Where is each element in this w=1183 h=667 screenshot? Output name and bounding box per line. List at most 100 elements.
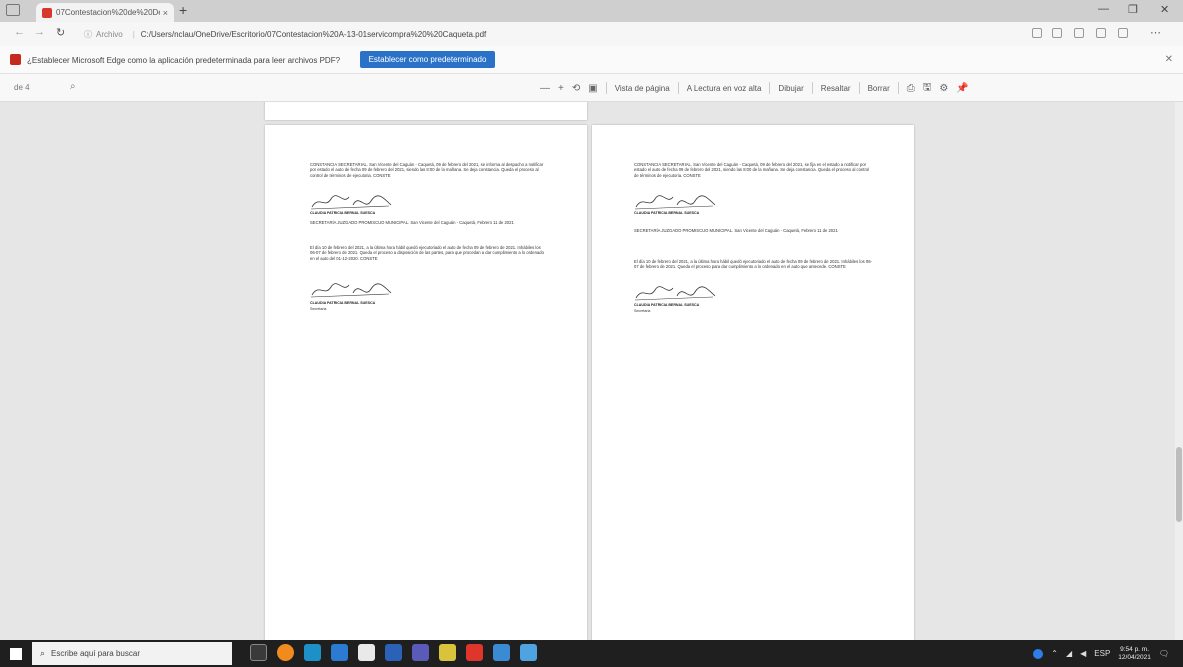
address-url: C:/Users/nclau/OneDrive/Escritorio/07Con… — [140, 29, 487, 39]
address-separator: | — [132, 29, 135, 39]
page-view-button[interactable]: Vista de página — [615, 84, 670, 93]
tab-actions-icon[interactable] — [6, 4, 20, 16]
back-icon[interactable]: ← — [14, 26, 25, 38]
notifications-icon[interactable]: 🗨 — [1159, 649, 1169, 658]
address-field[interactable]: ⓘ Archivo | C:/Users/nclau/OneDrive/Escr… — [84, 25, 1014, 43]
more-options-icon[interactable]: ⋯ — [1150, 26, 1161, 39]
set-default-button[interactable]: Establecer como predeterminado — [360, 51, 495, 68]
signer-name: CLAUDIA PATRICIA BERNAL SUESCA — [634, 211, 700, 215]
ejecutoria-paragraph: El día 10 de febrero del 2021, a la últi… — [310, 245, 544, 261]
infobar-close-icon[interactable]: ✕ — [1165, 54, 1173, 65]
signature-image — [634, 195, 716, 210]
extensions-icon[interactable] — [1096, 28, 1106, 38]
scrollbar-thumb[interactable] — [1176, 447, 1182, 522]
new-tab-button[interactable]: + — [179, 2, 187, 18]
taskbar-search-box[interactable]: ⌕ Escribe aquí para buscar — [32, 642, 232, 665]
clock-time: 9:54 p. m. — [1120, 646, 1150, 653]
tab-close-icon[interactable]: × — [163, 8, 168, 18]
erase-button[interactable]: Borrar — [868, 84, 890, 93]
system-tray: ⌃ ◢ ◀ ESP 9:54 p. m. 12/04/2021 🗨 — [1033, 646, 1169, 661]
toolbar-divider — [769, 82, 771, 94]
signer-name: CLAUDIA PATRICIA BERNAL SUESCA — [310, 301, 376, 305]
rotate-icon[interactable]: ⟲ — [572, 83, 580, 94]
pdf-page-3: CONSTANCIA SECRETARIAL. San Vicente del … — [265, 125, 587, 640]
task-view-icon[interactable] — [250, 644, 267, 661]
signature-image — [310, 283, 392, 298]
fit-page-icon[interactable]: ▣ — [588, 83, 597, 94]
default-app-infobar: ¿Establecer Microsoft Edge como la aplic… — [0, 46, 1183, 74]
search-icon[interactable]: ⌕ — [70, 81, 76, 92]
onedrive-icon[interactable] — [1033, 648, 1044, 659]
collections-icon[interactable] — [1074, 28, 1084, 38]
info-icon: ⓘ — [84, 29, 92, 39]
vertical-scrollbar[interactable] — [1175, 102, 1183, 640]
photos-icon[interactable] — [520, 644, 537, 661]
pdf-page-4: CONSTANCIA SECRETARIAL. San Vicente del … — [592, 125, 914, 640]
store-icon[interactable] — [358, 644, 375, 661]
draw-button[interactable]: Dibujar — [778, 84, 803, 93]
network-icon[interactable]: ◢ — [1066, 649, 1072, 658]
windows-start-icon[interactable] — [10, 648, 22, 660]
windows-taskbar: ⌕ Escribe aquí para buscar ⌃ ◢ ◀ ESP 9:5… — [0, 640, 1183, 667]
settings-icon[interactable]: ⚙ — [939, 83, 948, 94]
previous-page — [265, 102, 587, 120]
signer-role: Secretaria — [310, 307, 327, 311]
signer-role: Secretaria — [634, 309, 651, 313]
tray-up-icon[interactable]: ⌃ — [1051, 649, 1058, 658]
maximize-button[interactable]: ❐ — [1128, 3, 1138, 16]
toolbar-divider — [897, 82, 899, 94]
toolbar-divider — [811, 82, 813, 94]
address-bar-row: ← → ↻ ⓘ Archivo | C:/Users/nclau/OneDriv… — [0, 22, 1183, 46]
firefox-icon[interactable] — [277, 644, 294, 661]
clock-date: 12/04/2021 — [1118, 653, 1151, 661]
pin-icon[interactable]: 📌 — [956, 83, 968, 94]
zoom-out-button[interactable]: — — [540, 83, 550, 94]
forward-icon[interactable]: → — [34, 26, 45, 38]
mail-icon[interactable] — [331, 644, 348, 661]
pdf-toolbar: de 4 ⌕ — + ⟲ ▣ Vista de página A Lectura… — [0, 74, 1183, 102]
close-window-button[interactable]: ✕ — [1160, 3, 1169, 16]
taskbar-search-placeholder: Escribe aquí para buscar — [51, 649, 140, 658]
toolbar-divider — [677, 82, 679, 94]
tab-title: 07Contestacion%20de%20Demand — [56, 8, 160, 17]
signer-name: CLAUDIA PATRICIA BERNAL SUESCA — [310, 211, 376, 215]
pdf-file-icon — [42, 7, 52, 18]
favorites-icon[interactable] — [1052, 28, 1062, 38]
dropbox-icon[interactable] — [412, 644, 429, 661]
address-scheme-label: Archivo — [96, 29, 123, 39]
toolbar-divider — [858, 82, 860, 94]
chat-icon[interactable] — [493, 644, 510, 661]
read-aloud-icon[interactable] — [1032, 28, 1042, 38]
pdf-viewer[interactable]: CONSTANCIA SECRETARIAL. San Vicente del … — [0, 102, 1183, 640]
print-icon[interactable]: ⎙ — [907, 83, 915, 94]
pdf-infobar-icon — [10, 54, 21, 65]
office-icon[interactable] — [466, 644, 483, 661]
signature-image — [634, 286, 716, 301]
constancia-paragraph: CONSTANCIA SECRETARIAL. San Vicente del … — [310, 162, 544, 178]
signature-image — [310, 195, 392, 210]
read-aloud-button[interactable]: A Lectura en voz alta — [687, 84, 762, 93]
secretaria-paragraph: SECRETARÍA JUZGADO PROMISCUO MUNICIPAL. … — [310, 220, 514, 225]
ejecutoria-paragraph: El día 10 de febrero del 2021, a la últi… — [634, 259, 872, 270]
constancia-paragraph: CONSTANCIA SECRETARIAL. San Vicente del … — [634, 162, 870, 178]
taskbar-apps — [250, 644, 537, 663]
title-bar: 07Contestacion%20de%20Demand × + — ❐ ✕ — [0, 0, 1183, 22]
keyboard-language[interactable]: ESP — [1094, 649, 1110, 658]
system-clock[interactable]: 9:54 p. m. 12/04/2021 — [1118, 646, 1151, 661]
edge-icon[interactable] — [304, 644, 321, 661]
toolbar-divider — [605, 82, 607, 94]
browser-tab[interactable]: 07Contestacion%20de%20Demand × — [36, 3, 174, 22]
signer-name: CLAUDIA PATRICIA BERNAL SUESCA — [634, 303, 700, 307]
infobar-message: ¿Establecer Microsoft Edge como la aplic… — [27, 56, 341, 65]
save-icon[interactable]: 🖫 — [923, 80, 932, 97]
profile-icon[interactable] — [1118, 28, 1128, 38]
app-icon[interactable] — [439, 644, 456, 661]
page-indicator[interactable]: de 4 — [14, 83, 30, 92]
zoom-in-button[interactable]: + — [558, 83, 564, 94]
refresh-icon[interactable]: ↻ — [56, 26, 65, 39]
volume-icon[interactable]: ◀ — [1080, 649, 1086, 658]
folder-icon[interactable] — [385, 644, 402, 661]
minimize-button[interactable]: — — [1098, 3, 1109, 15]
highlight-button[interactable]: Resaltar — [821, 84, 851, 93]
secretaria-paragraph: SECRETARÍA JUZGADO PROMISCUO MUNICIPAL. … — [634, 228, 838, 233]
